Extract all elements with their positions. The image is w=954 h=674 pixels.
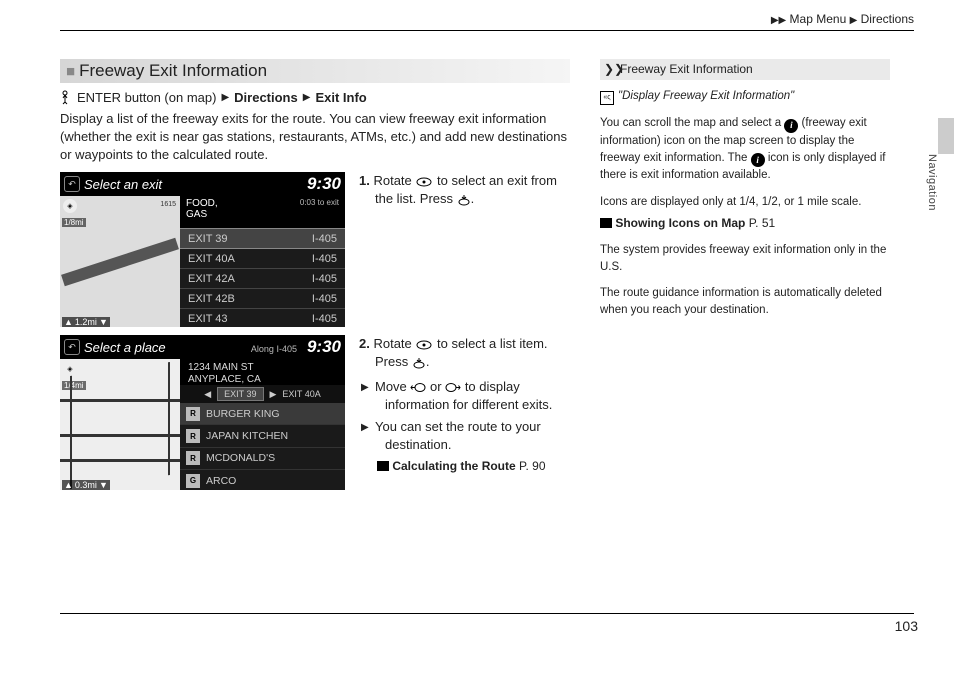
side-section-label: Navigation bbox=[926, 154, 938, 211]
poi-list-item[interactable]: RJAPAN KITCHEN bbox=[180, 425, 345, 447]
voice-icon: «ς bbox=[600, 91, 614, 105]
info-icon: i bbox=[784, 119, 798, 133]
screenshot-title: Select a place bbox=[84, 340, 166, 355]
map-label: 1615 bbox=[160, 201, 176, 208]
nav-path-step: Exit Info bbox=[315, 90, 366, 105]
chevron-right-icon: ▶▶ bbox=[771, 15, 786, 26]
exit-list-item[interactable]: EXIT 42BI-405 bbox=[180, 289, 345, 309]
chevron-right-icon: ▶ bbox=[303, 92, 311, 103]
chevron-right-icon[interactable]: ▶ bbox=[270, 389, 277, 400]
horizontal-rule bbox=[60, 30, 914, 31]
poi-list-item[interactable]: RBURGER KING bbox=[180, 403, 345, 425]
back-icon[interactable]: ↶ bbox=[64, 176, 80, 192]
poi-list-item[interactable]: RMCDONALD'S bbox=[180, 448, 345, 470]
note-paragraph: Icons are displayed only at 1/4, 1/2, or… bbox=[600, 194, 890, 211]
along-label: Along I-405 bbox=[251, 344, 301, 354]
scale-indicator-bottom: ▲ 1.2mi ▼ bbox=[62, 317, 110, 327]
breadcrumb-item: Directions bbox=[861, 12, 914, 26]
north-icon: ◈ bbox=[63, 199, 77, 213]
scale-indicator-top: 1/8mi bbox=[62, 218, 86, 227]
exit-tab-current[interactable]: EXIT 39 bbox=[217, 387, 263, 401]
gas-icon: G bbox=[186, 474, 200, 488]
rotate-dial-icon bbox=[415, 173, 433, 188]
exit-list-item[interactable]: EXIT 42AI-405 bbox=[180, 269, 345, 289]
press-button-icon bbox=[412, 354, 426, 369]
chevron-right-icon: ▶ bbox=[221, 92, 229, 103]
move-right-icon bbox=[445, 379, 461, 394]
move-left-icon bbox=[410, 379, 426, 394]
square-bullet-icon: ■ bbox=[66, 63, 75, 80]
screenshot-select-exit: ↶ Select an exit 9:30 ◈ 1/8mi 1615 ▲ 1.2… bbox=[60, 172, 345, 327]
page-number: 103 bbox=[895, 618, 918, 634]
map-preview: ◈ 1/8mi 1615 ▲ 1.2mi ▼ bbox=[60, 196, 180, 327]
sidebar-header: ❯❯ Freeway Exit Information bbox=[600, 59, 890, 80]
exit-tab-next[interactable]: EXIT 40A bbox=[282, 389, 320, 399]
xref-icon bbox=[600, 218, 612, 228]
navigation-path: ENTER button (on map) ▶ Directions ▶ Exi… bbox=[60, 89, 570, 106]
poi-list-item[interactable]: GARCO bbox=[180, 470, 345, 490]
chevron-left-icon[interactable]: ◀ bbox=[204, 389, 211, 400]
back-icon[interactable]: ↶ bbox=[64, 339, 80, 355]
exit-eta: 0:03 to exit bbox=[300, 198, 339, 207]
poi-address: 1234 MAIN ST ANYPLACE, CA bbox=[180, 359, 345, 385]
intro-paragraph: Display a list of the freeway exits for … bbox=[60, 110, 570, 165]
info-icon: i bbox=[751, 153, 765, 167]
section-title-text: Freeway Exit Information bbox=[79, 61, 267, 81]
nav-path-step: Directions bbox=[234, 90, 298, 105]
voice-command: «ς "Display Freeway Exit Information" bbox=[600, 88, 890, 105]
chevron-right-icon: ▶ bbox=[850, 15, 858, 26]
exit-list-item[interactable]: EXIT 43I-405 bbox=[180, 309, 345, 327]
clock-display: 9:30 bbox=[307, 174, 341, 194]
cross-reference: Showing Icons on Map P. 51 bbox=[600, 215, 890, 232]
exit-list-item[interactable]: EXIT 39I-405 bbox=[180, 228, 345, 249]
restaurant-icon: R bbox=[186, 451, 200, 465]
map-preview: ◈ 1/4mi ▲ 0.3mi ▼ bbox=[60, 359, 180, 490]
sidebar-notes: ❯❯ Freeway Exit Information «ς "Display … bbox=[600, 59, 890, 329]
screenshot-title: Select an exit bbox=[84, 177, 162, 192]
note-paragraph: The system provides freeway exit informa… bbox=[600, 242, 890, 275]
exit-services-label: GAS bbox=[186, 209, 207, 220]
exit-list-item[interactable]: EXIT 40AI-405 bbox=[180, 249, 345, 269]
screenshot-select-place: ↶ Select a place Along I-405 9:30 ◈ 1/4m… bbox=[60, 335, 345, 490]
step-1-text: 1. Rotate to select an exit from the lis… bbox=[359, 172, 570, 327]
section-title: ■ Freeway Exit Information bbox=[60, 59, 570, 83]
north-icon: ◈ bbox=[63, 362, 77, 376]
horizontal-rule bbox=[60, 613, 914, 614]
note-paragraph: You can scroll the map and select a i (f… bbox=[600, 115, 890, 183]
step-2-text: 2. Rotate to select a list item. Press .… bbox=[359, 335, 570, 490]
breadcrumb: ▶▶ Map Menu ▶ Directions bbox=[60, 12, 914, 30]
nav-path-label: ENTER button (on map) bbox=[77, 90, 216, 105]
press-button-icon bbox=[457, 191, 471, 206]
restaurant-icon: R bbox=[186, 407, 200, 421]
cursor-icon bbox=[60, 89, 72, 106]
exit-tab-row: ◀ EXIT 39 ▶ EXIT 40A bbox=[180, 385, 345, 403]
cross-reference: Calculating the Route P. 90 bbox=[373, 458, 570, 475]
note-paragraph: The route guidance information is automa… bbox=[600, 285, 890, 318]
xref-icon: ❯❯ bbox=[604, 61, 616, 78]
exit-services-label: FOOD, bbox=[186, 198, 218, 209]
restaurant-icon: R bbox=[186, 429, 200, 443]
clock-display: 9:30 bbox=[307, 337, 341, 357]
rotate-dial-icon bbox=[415, 336, 433, 351]
side-tab bbox=[938, 118, 954, 154]
breadcrumb-item: Map Menu bbox=[790, 12, 847, 26]
scale-indicator-bottom: ▲ 0.3mi ▼ bbox=[62, 480, 110, 490]
xref-icon bbox=[377, 461, 389, 471]
